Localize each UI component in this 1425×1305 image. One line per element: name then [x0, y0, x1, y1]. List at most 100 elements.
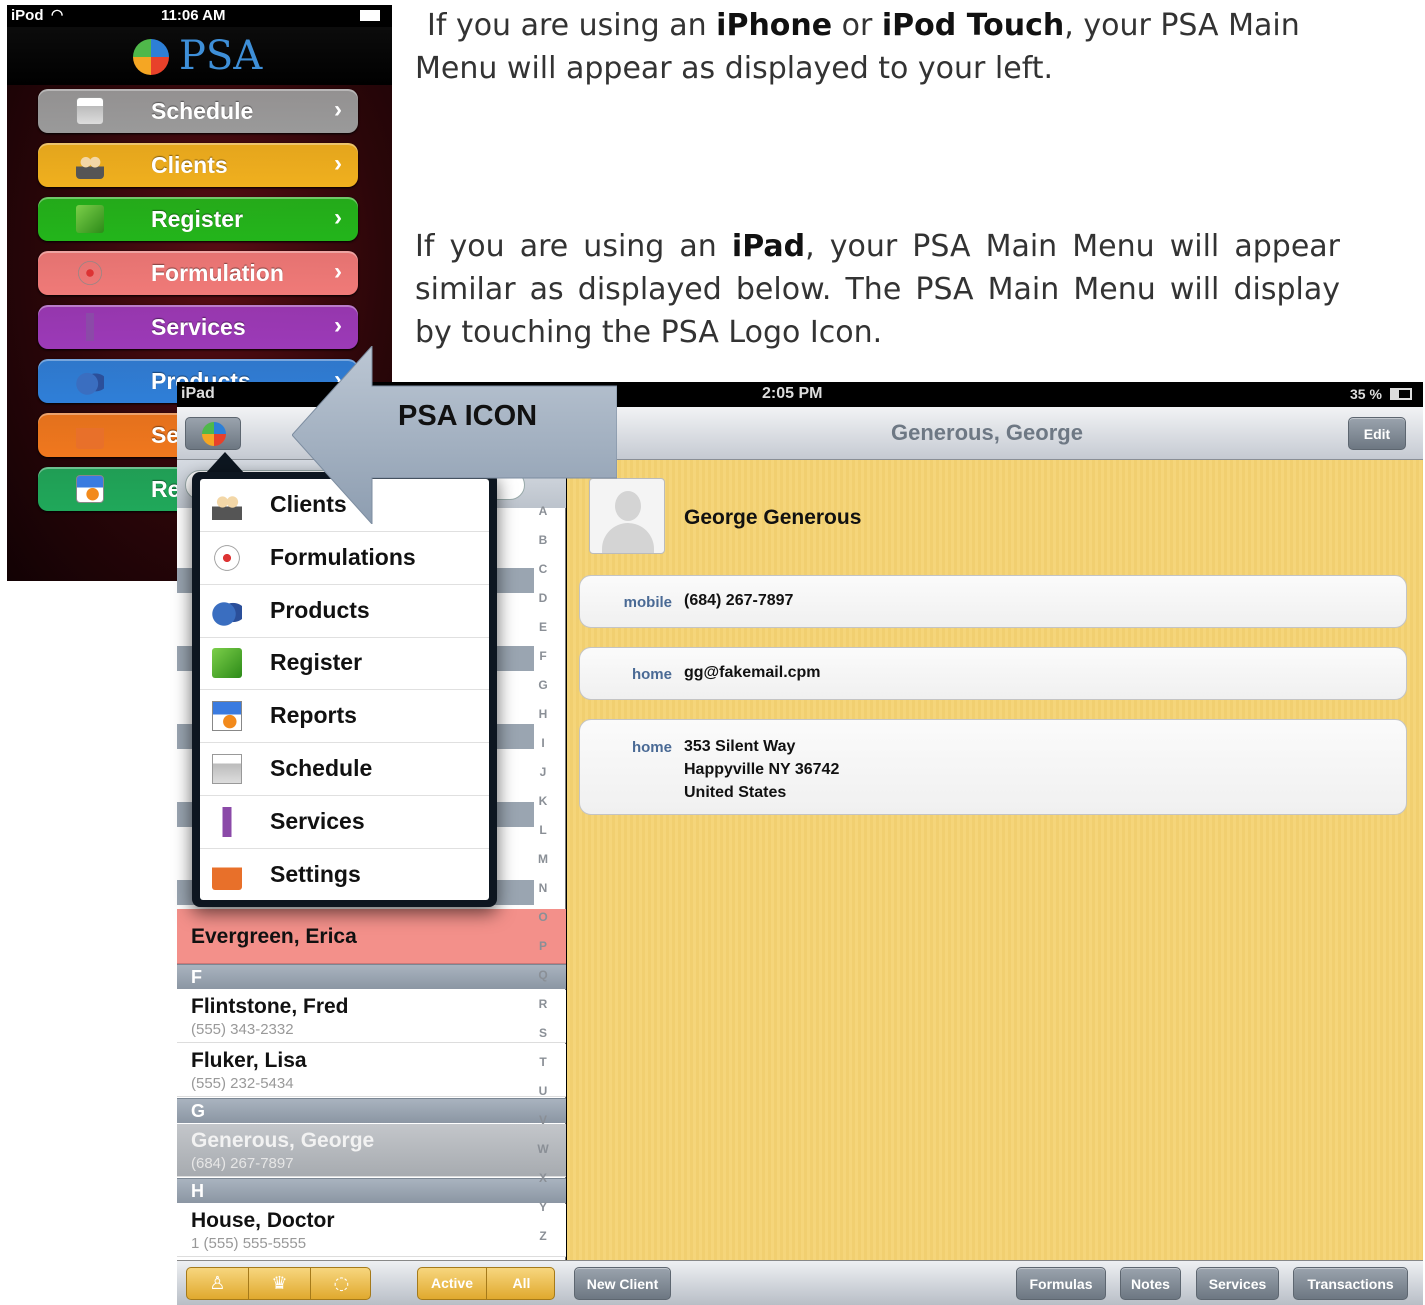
- client-phone: (684) 267-7897: [191, 1155, 294, 1172]
- popover-menu-item-reports[interactable]: Reports: [200, 690, 489, 744]
- chevron-right-icon: ›: [334, 258, 342, 285]
- address-card[interactable]: home 353 Silent Way Happyville NY 36742 …: [579, 719, 1407, 815]
- list-item-highlighted[interactable]: Evergreen, Erica: [177, 909, 566, 964]
- client-filter-icon[interactable]: ♙: [187, 1268, 249, 1299]
- index-letter-l[interactable]: L: [534, 823, 552, 837]
- table-row[interactable]: Flintstone, Fred (555) 343-2332: [177, 990, 566, 1043]
- index-letter-r[interactable]: R: [534, 997, 552, 1011]
- table-row[interactable]: Fluker, Lisa (555) 232-5434: [177, 1044, 566, 1097]
- email-label: home: [631, 666, 672, 683]
- register-icon: [212, 648, 242, 679]
- report-icon: [76, 475, 104, 503]
- active-filter-button[interactable]: Active: [418, 1268, 487, 1299]
- index-letter-j[interactable]: J: [534, 765, 552, 779]
- client-name: Fluker, Lisa: [191, 1049, 307, 1072]
- index-letter-y[interactable]: Y: [534, 1200, 552, 1214]
- chevron-right-icon: ›: [334, 150, 342, 177]
- toolbox-icon: [212, 859, 242, 890]
- index-letter-u[interactable]: U: [534, 1084, 552, 1098]
- index-letter-x[interactable]: X: [534, 1171, 552, 1185]
- client-name: Generous, George: [191, 1129, 375, 1152]
- ipod-menu-clients-button[interactable]: Clients ›: [38, 143, 358, 187]
- people-icon: [212, 490, 242, 520]
- index-letter-d[interactable]: D: [534, 591, 552, 605]
- birthday-filter-icon[interactable]: ♛: [249, 1268, 311, 1299]
- index-letter-p[interactable]: P: [534, 939, 552, 953]
- index-letter-h[interactable]: H: [534, 707, 552, 721]
- email-value: gg@fakemail.cpm: [684, 664, 821, 681]
- popover-menu-label: Products: [270, 596, 370, 623]
- transactions-button[interactable]: Transactions: [1293, 1267, 1408, 1300]
- client-name: House, Doctor: [191, 1209, 335, 1232]
- ipod-carrier: iPod: [11, 7, 44, 24]
- formulas-button[interactable]: Formulas: [1016, 1267, 1106, 1300]
- ipod-menu-register-button[interactable]: Register ›: [38, 197, 358, 241]
- ipod-menu-services-button[interactable]: Services ›: [38, 305, 358, 349]
- index-letter-n[interactable]: N: [534, 881, 552, 895]
- popover-menu-item-formulations[interactable]: Formulations: [200, 532, 489, 585]
- address-label: home: [631, 739, 672, 756]
- index-letter-v[interactable]: V: [534, 1113, 552, 1127]
- index-letter-t[interactable]: T: [534, 1055, 552, 1069]
- chevron-right-icon: ›: [334, 204, 342, 231]
- phone-card[interactable]: mobile (684) 267-7897: [579, 575, 1407, 628]
- table-row[interactable]: House, Doctor 1 (555) 555-5555: [177, 1204, 566, 1257]
- ipod-time: 11:06 AM: [161, 7, 226, 24]
- popover-menu-list: Clients Formulations Products Register Repor…: [200, 479, 489, 900]
- popover-menu-item-settings[interactable]: Settings: [200, 849, 489, 900]
- services-button[interactable]: Services: [1196, 1267, 1279, 1300]
- index-letter-f[interactable]: F: [534, 649, 552, 663]
- index-letter-q[interactable]: Q: [534, 968, 552, 982]
- email-card[interactable]: home gg@fakemail.cpm: [579, 647, 1407, 700]
- ipod-menu-label: Services: [151, 314, 246, 340]
- all-filter-button[interactable]: All: [487, 1268, 554, 1299]
- index-letter-g[interactable]: G: [534, 678, 552, 692]
- popover-menu-item-services[interactable]: Services: [200, 796, 489, 849]
- ipod-header: PSA: [7, 27, 392, 85]
- table-row[interactable]: Generous, George (684) 267-7897: [177, 1124, 566, 1177]
- nav-title: Generous, George: [891, 420, 1083, 445]
- edit-button[interactable]: Edit: [1348, 417, 1406, 450]
- intro-paragraph-iphone: If you are using an iPhone or iPod Touch…: [415, 4, 1375, 90]
- index-letter-z[interactable]: Z: [534, 1229, 552, 1243]
- phone-value: (684) 267-7897: [684, 592, 794, 609]
- popover-menu-label: Formulations: [270, 543, 416, 570]
- psa-menu-button[interactable]: [185, 417, 241, 450]
- ipod-status-bar: iPod ◠ 11:06 AM: [7, 5, 392, 27]
- index-letter-i[interactable]: I: [534, 736, 552, 750]
- index-letter-k[interactable]: K: [534, 794, 552, 808]
- new-client-button[interactable]: New Client: [574, 1267, 671, 1300]
- popover-menu-item-products[interactable]: Products: [200, 585, 489, 638]
- index-letter-w[interactable]: W: [534, 1142, 552, 1156]
- status-segment: Active All: [417, 1267, 555, 1300]
- ipad-carrier: iPad: [181, 385, 215, 402]
- popover-menu-label: Schedule: [270, 755, 373, 781]
- popover-menu-label: Settings: [270, 860, 361, 887]
- popover-menu-item-schedule[interactable]: Schedule: [200, 743, 489, 796]
- section-header-f: F: [177, 964, 566, 989]
- index-letter-s[interactable]: S: [534, 1026, 552, 1040]
- chevron-right-icon: ›: [334, 312, 342, 339]
- atom-icon: [212, 542, 242, 573]
- psa-icon-callout-arrow: [292, 346, 617, 524]
- ipod-menu-label: Register: [151, 206, 244, 232]
- client-phone: (555) 343-2332: [191, 1021, 294, 1038]
- popover-menu-item-register[interactable]: Register: [200, 637, 489, 691]
- client-phone: 1 (555) 555-5555: [191, 1235, 307, 1252]
- para2-bold-ipad: iPad: [731, 229, 806, 264]
- index-letter-m[interactable]: M: [534, 852, 552, 866]
- notes-button[interactable]: Notes: [1120, 1267, 1181, 1300]
- index-letter-c[interactable]: C: [534, 562, 552, 576]
- index-letter-o[interactable]: O: [534, 910, 552, 924]
- ipod-menu-schedule-button[interactable]: Schedule ›: [38, 89, 358, 133]
- index-letter-b[interactable]: B: [534, 533, 552, 547]
- client-name: Flintstone, Fred: [191, 995, 349, 1018]
- person-silhouette-icon: [615, 491, 641, 521]
- index-letter-e[interactable]: E: [534, 620, 552, 634]
- psa-logo-icon: [133, 39, 169, 75]
- ipod-menu-formulation-button[interactable]: Formulation ›: [38, 251, 358, 295]
- ring-filter-icon[interactable]: ◌: [311, 1268, 370, 1299]
- popover-menu-label: Register: [270, 649, 363, 676]
- section-header-h: H: [177, 1178, 566, 1203]
- para1-text-2: or: [832, 8, 882, 43]
